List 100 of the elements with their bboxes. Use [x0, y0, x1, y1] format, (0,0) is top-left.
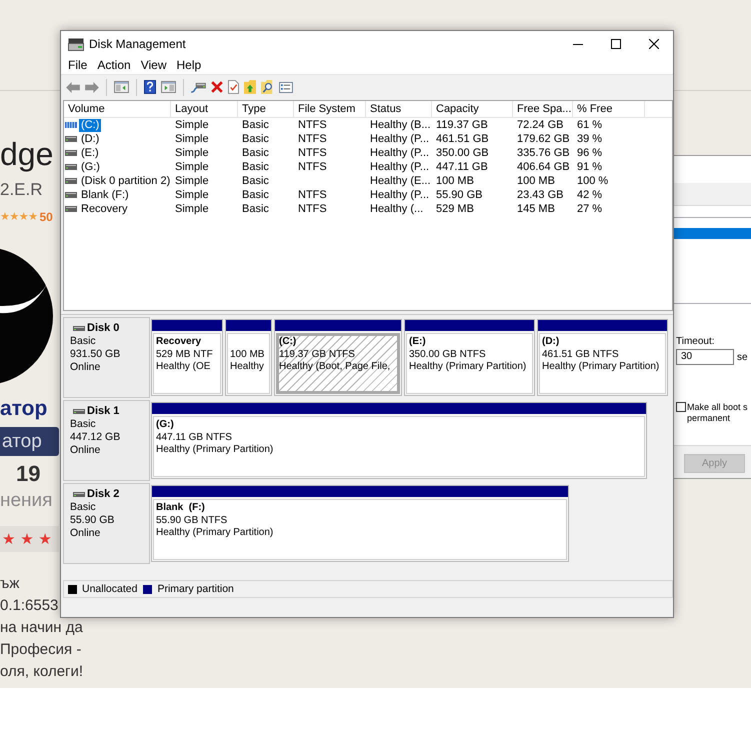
- partition-area[interactable]: Recovery 529 MB NTF Healthy (OE: [153, 333, 221, 394]
- column-header[interactable]: Type: [238, 101, 294, 117]
- table-cell: Simple: [175, 119, 209, 131]
- partition-status: Healthy: [230, 361, 264, 374]
- table-cell: Simple: [175, 147, 209, 159]
- menu-item[interactable]: Action: [92, 57, 136, 74]
- table-cell: NTFS: [298, 189, 327, 201]
- close-icon: [649, 39, 659, 49]
- checkbox-label[interactable]: Make all boot s permanent: [687, 402, 748, 424]
- table-cell: Healthy (P...: [370, 133, 430, 145]
- drive-label[interactable]: (G:): [79, 160, 102, 174]
- drive-icon: [73, 326, 85, 331]
- partition-area[interactable]: 100 MB Healthy: [227, 333, 270, 394]
- disk-info-panel[interactable]: Disk 1 Basic 447.12 GB Online: [63, 400, 150, 481]
- table-cell: 39 %: [577, 133, 602, 145]
- table-cell: Healthy (E...: [370, 175, 431, 187]
- drive-icon: [65, 192, 77, 198]
- table-cell: Basic: [242, 203, 269, 215]
- partition-header-bar: [152, 320, 222, 331]
- table-cell: Basic: [242, 175, 269, 187]
- document-check-icon[interactable]: [228, 80, 239, 94]
- partition-area[interactable]: (C:) 119.37 GB NTFS Healthy (Boot, Page File,: [276, 333, 400, 394]
- table-cell: 350.00 GB: [436, 147, 489, 159]
- table-cell: 335.76 GB: [517, 147, 570, 159]
- help-icon[interactable]: [144, 80, 156, 94]
- partition-size: 447.11 GB NTFS: [156, 432, 232, 444]
- partition-area[interactable]: (G:) 447.11 GB NTFS Healthy (Primary Partition): [153, 416, 645, 477]
- post-count: 19: [16, 461, 40, 487]
- drive-label[interactable]: Recovery: [79, 202, 130, 216]
- column-header[interactable]: Layout: [171, 101, 238, 117]
- drive-label[interactable]: (C:): [79, 118, 102, 132]
- column-header[interactable]: File System: [294, 101, 366, 117]
- partition-area[interactable]: (D:) 461.51 GB NTFS Healthy (Primary Partition): [539, 333, 666, 394]
- role-button[interactable]: атор: [0, 427, 59, 456]
- table-cell: 100 MB: [436, 175, 474, 187]
- post-count-label: нения: [0, 490, 52, 512]
- table-cell: NTFS: [298, 161, 327, 173]
- table-cell: 529 MB: [436, 203, 474, 215]
- list-icon[interactable]: [279, 82, 293, 92]
- post-text-line: ъж: [0, 574, 20, 594]
- table-cell: Simple: [175, 175, 209, 187]
- disk-type: Basic: [70, 501, 96, 514]
- partition-header-bar: [226, 320, 271, 331]
- partition-area[interactable]: Blank (F:) 55.90 GB NTFS Healthy (Primary Partition): [153, 499, 567, 560]
- drive-icon: [65, 150, 77, 156]
- table-cell: Healthy (...: [370, 203, 424, 215]
- drive-cable-icon[interactable]: [191, 82, 206, 92]
- column-header[interactable]: % Free: [573, 101, 645, 117]
- column-header[interactable]: Status: [366, 101, 432, 117]
- drive-label[interactable]: (D:): [79, 132, 102, 146]
- drive-icon: [73, 492, 85, 497]
- timeout-field[interactable]: 30: [676, 349, 734, 365]
- menu-item[interactable]: View: [136, 57, 172, 74]
- page-subtitle: 2.E.R: [0, 180, 43, 200]
- table-cell: 55.90 GB: [436, 189, 482, 201]
- maximize-icon: [611, 39, 621, 49]
- partition-name: (E:): [409, 336, 426, 348]
- timeout-label: Timeout:: [676, 335, 715, 348]
- drive-label[interactable]: Blank (F:): [79, 188, 131, 202]
- back-icon[interactable]: [66, 82, 80, 92]
- disk-size: 447.12 GB: [70, 431, 120, 444]
- disk-info-panel[interactable]: Disk 0 Basic 931.50 GB Online: [63, 317, 150, 398]
- table-cell: 447.11 GB: [436, 161, 488, 173]
- disk-info-panel[interactable]: Disk 2 Basic 55.90 GB Online: [63, 483, 150, 564]
- table-cell: 91 %: [577, 161, 602, 173]
- drive-label[interactable]: (Disk 0 partition 2): [79, 174, 172, 188]
- disk-type: Basic: [70, 335, 96, 348]
- partition-area[interactable]: (E:) 350.00 GB NTFS Healthy (Primary Partition): [406, 333, 533, 394]
- menu-item[interactable]: Help: [172, 57, 206, 74]
- column-header[interactable]: Volume: [64, 101, 171, 117]
- folder-arrow-icon[interactable]: [244, 80, 256, 94]
- panel-icon[interactable]: [161, 81, 176, 93]
- panel-icon[interactable]: [114, 81, 129, 93]
- menu-item[interactable]: File: [63, 57, 92, 74]
- checkbox[interactable]: [676, 402, 686, 412]
- drive-icon: [65, 206, 77, 212]
- table-cell: 145 MB: [517, 203, 555, 215]
- role-link[interactable]: атор: [0, 397, 48, 421]
- table-cell: 179.62 GB: [517, 133, 570, 145]
- forward-icon[interactable]: [85, 82, 99, 92]
- table-cell: 461.51 GB: [436, 133, 489, 145]
- partition-name: (C:): [279, 336, 296, 348]
- table-cell: 96 %: [577, 147, 602, 159]
- post-text-line: 0.1:6553: [0, 596, 58, 616]
- drive-icon: [73, 409, 85, 414]
- table-cell: 119.37 GB: [436, 119, 488, 131]
- legend-label: Unallocated: [82, 583, 138, 595]
- column-header[interactable]: Capacity: [432, 101, 513, 117]
- table-cell: NTFS: [298, 133, 327, 145]
- disk-name: Disk 1: [87, 405, 120, 418]
- folder-search-icon[interactable]: [261, 80, 274, 94]
- table-cell: 27 %: [577, 203, 602, 215]
- table-cell: Simple: [175, 189, 209, 201]
- table-cell: NTFS: [298, 203, 327, 215]
- rating-stars: ★★★★: [0, 210, 38, 224]
- table-cell: 72.24 GB: [517, 119, 564, 131]
- partition-size: 461.51 GB NTFS: [542, 348, 619, 361]
- delete-icon[interactable]: [211, 81, 223, 93]
- drive-label[interactable]: (E:): [79, 146, 101, 160]
- column-header[interactable]: Free Spa...: [513, 101, 573, 117]
